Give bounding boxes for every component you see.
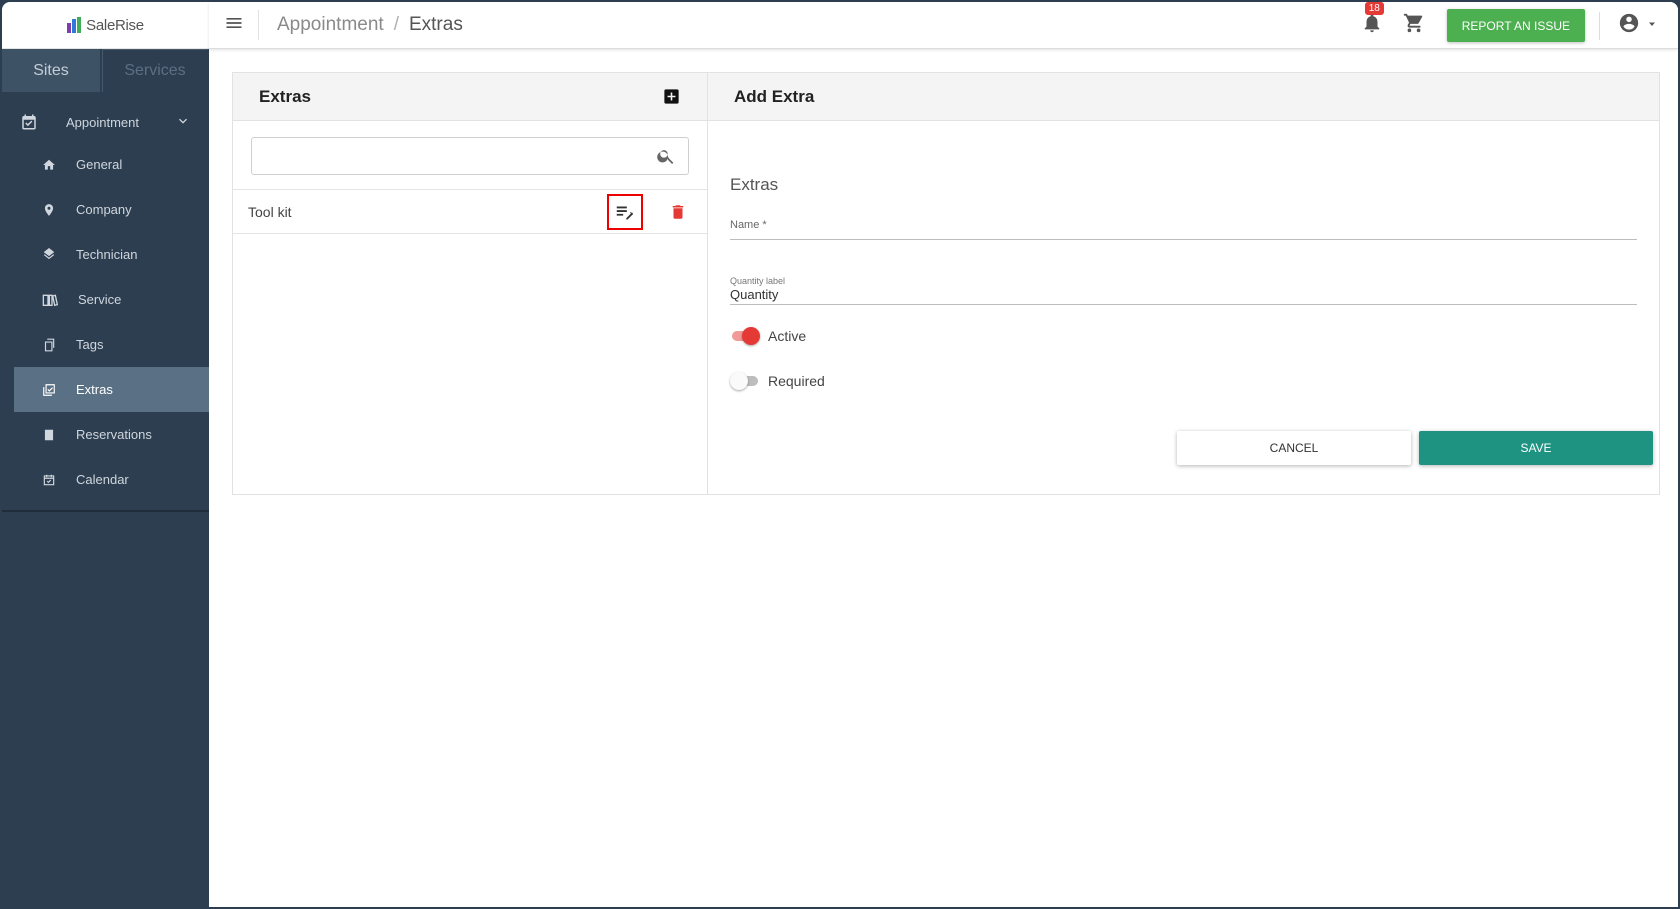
extras-list-panel: Extras Tool kit (232, 72, 708, 495)
top-bar: Appointment / Extras 18 REPORT AN ISSUE (209, 2, 1678, 49)
edit-note-icon (616, 206, 634, 220)
tags-icon (42, 338, 56, 352)
quantity-label-caption: Quantity label (730, 276, 786, 286)
add-extra-panel: Add Extra Extras Name * Quantity label Q… (708, 72, 1660, 495)
active-label: Active (768, 328, 807, 344)
save-button[interactable]: SAVE (1419, 431, 1653, 465)
required-label: Required (768, 373, 825, 389)
sidebar-nav: Appointment General Company Technician S… (2, 102, 209, 512)
main-content: Extras Tool kit Add Extra Extras Name * … (232, 72, 1660, 495)
sidebar-item-general[interactable]: General (14, 142, 209, 187)
delete-button[interactable] (669, 202, 687, 225)
sidebar-item-extras[interactable]: Extras (14, 367, 209, 412)
search-icon[interactable] (656, 146, 676, 171)
menu-button[interactable] (209, 10, 259, 40)
quantity-label-value: Quantity (730, 287, 779, 302)
chevron-down-icon (175, 113, 191, 132)
cart-button[interactable] (1403, 12, 1425, 39)
edit-button[interactable] (607, 194, 643, 230)
calendar-check-icon (20, 113, 38, 131)
layers-icon (42, 247, 56, 262)
sidebar-item-label: Technician (76, 247, 138, 262)
breadcrumb-appointment[interactable]: Appointment (277, 14, 384, 36)
panel-title: Extras (259, 86, 311, 106)
cart-icon (1403, 13, 1425, 38)
breadcrumb-separator: / (393, 14, 399, 35)
form-actions: CANCEL SAVE (1177, 431, 1653, 465)
extras-list-header: Extras (233, 73, 707, 121)
tab-sites[interactable]: Sites (2, 49, 102, 92)
report-issue-button[interactable]: REPORT AN ISSUE (1446, 9, 1585, 42)
tab-services[interactable]: Services (102, 49, 209, 92)
app-window: SaleRise Sites Services Appointment Gene… (0, 0, 1680, 909)
sidebar-item-label: Tags (76, 337, 104, 352)
sidebar-item-label: Reservations (76, 427, 152, 442)
account-circle-icon (1618, 12, 1640, 39)
active-toggle[interactable] (730, 326, 760, 346)
bell-icon (1361, 14, 1383, 38)
sidebar-item-label: General (76, 157, 123, 172)
quantity-label-field[interactable]: Quantity label Quantity (730, 276, 1637, 305)
extras-icon (42, 383, 56, 397)
notification-badge: 18 (1364, 2, 1384, 15)
account-menu[interactable] (1618, 12, 1658, 39)
add-box-icon (664, 89, 679, 104)
caret-down-icon (1646, 17, 1658, 35)
trash-icon (672, 205, 684, 219)
required-toggle-row: Required (730, 370, 1637, 392)
sidebar-item-label: Extras (76, 382, 113, 397)
search-box (251, 137, 689, 175)
sidebar-item-calendar[interactable]: Calendar (14, 457, 209, 502)
sidebar-item-reservations[interactable]: Reservations (14, 412, 209, 457)
notifications-button[interactable]: 18 (1361, 2, 1384, 39)
logo-text: SaleRise (86, 16, 144, 34)
form-section-title: Extras (730, 175, 779, 194)
breadcrumb: Appointment / Extras (277, 14, 463, 36)
sidebar-section-label: Appointment (66, 114, 139, 130)
location-pin-icon (42, 203, 56, 217)
required-toggle[interactable] (730, 371, 760, 391)
sidebar-item-label: Calendar (76, 472, 129, 487)
list-item[interactable]: Tool kit (233, 189, 707, 234)
sidebar-item-label: Company (76, 202, 132, 217)
add-extra-button[interactable] (662, 87, 681, 111)
sidebar-section-appointment[interactable]: Appointment (2, 102, 209, 142)
add-extra-header: Add Extra (708, 73, 1659, 121)
logo-icon (67, 17, 83, 33)
sidebar-item-technician[interactable]: Technician (14, 232, 209, 277)
book-icon (42, 293, 58, 307)
sidebar-tabs: Sites Services (2, 49, 209, 92)
calendar-icon (42, 473, 56, 487)
extra-name: Tool kit (248, 203, 292, 220)
sidebar-item-label: Service (78, 292, 122, 307)
sidebar-item-service[interactable]: Service (14, 277, 209, 322)
breadcrumb-extras: Extras (408, 14, 463, 35)
search-input[interactable] (252, 138, 688, 174)
hamburger-icon (224, 13, 244, 38)
logo[interactable]: SaleRise (2, 2, 209, 49)
sidebar-divider (2, 510, 209, 512)
panel-title: Add Extra (734, 86, 815, 106)
top-bar-actions: 18 REPORT AN ISSUE (1361, 2, 1678, 49)
sidebar: SaleRise Sites Services Appointment Gene… (2, 2, 209, 907)
home-icon (42, 158, 56, 172)
cancel-button[interactable]: CANCEL (1177, 431, 1411, 465)
sidebar-item-company[interactable]: Company (14, 187, 209, 232)
active-toggle-row: Active (730, 325, 1637, 347)
divider (1599, 11, 1600, 40)
name-field[interactable]: Name * (730, 217, 1637, 240)
sidebar-item-tags[interactable]: Tags (14, 322, 209, 367)
reservations-icon (42, 428, 56, 442)
add-extra-form: Extras Name * Quantity label Quantity Ac… (708, 175, 1659, 392)
name-label: Name * (730, 219, 767, 231)
